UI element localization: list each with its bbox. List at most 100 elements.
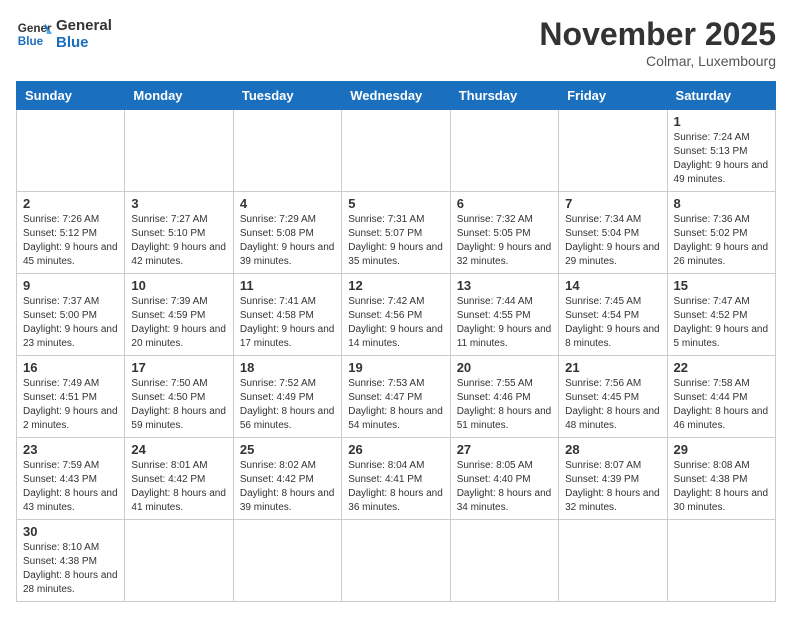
title-area: November 2025 Colmar, Luxembourg	[539, 16, 776, 69]
day-number: 24	[131, 442, 226, 457]
day-cell: 29 Sunrise: 8:08 AM Sunset: 4:38 PM Dayli…	[667, 438, 775, 520]
day-info: Sunrise: 7:58 AM Sunset: 4:44 PM Dayligh…	[674, 377, 769, 433]
day-info: Sunrise: 7:50 AM Sunset: 4:50 PM Dayligh…	[131, 377, 226, 433]
day-info: Sunrise: 7:53 AM Sunset: 4:47 PM Dayligh…	[348, 377, 443, 433]
day-cell: 28 Sunrise: 8:07 AM Sunset: 4:39 PM Dayli…	[559, 438, 667, 520]
day-cell: 9 Sunrise: 7:37 AM Sunset: 5:00 PM Daylig…	[17, 274, 125, 356]
location: Colmar, Luxembourg	[539, 53, 776, 69]
day-cell: 26 Sunrise: 8:04 AM Sunset: 4:41 PM Dayli…	[342, 438, 450, 520]
day-cell: 24 Sunrise: 8:01 AM Sunset: 4:42 PM Dayli…	[125, 438, 233, 520]
day-cell: 20 Sunrise: 7:55 AM Sunset: 4:46 PM Dayli…	[450, 356, 558, 438]
day-number: 30	[23, 524, 118, 539]
day-cell	[342, 110, 450, 192]
day-cell	[667, 520, 775, 602]
day-info: Sunrise: 8:07 AM Sunset: 4:39 PM Dayligh…	[565, 459, 660, 515]
day-cell: 6Sunrise: 7:32 AM Sunset: 5:05 PM Daylig…	[450, 192, 558, 274]
day-info: Sunrise: 7:27 AM Sunset: 5:10 PM Dayligh…	[131, 213, 226, 269]
day-cell: 2Sunrise: 7:26 AM Sunset: 5:12 PM Daylig…	[17, 192, 125, 274]
weekday-header-sunday: Sunday	[17, 82, 125, 110]
weekday-header-saturday: Saturday	[667, 82, 775, 110]
day-number: 19	[348, 360, 443, 375]
day-cell	[17, 110, 125, 192]
day-info: Sunrise: 8:05 AM Sunset: 4:40 PM Dayligh…	[457, 459, 552, 515]
day-cell	[125, 110, 233, 192]
day-info: Sunrise: 8:02 AM Sunset: 4:42 PM Dayligh…	[240, 459, 335, 515]
day-number: 8	[674, 196, 769, 211]
day-info: Sunrise: 7:49 AM Sunset: 4:51 PM Dayligh…	[23, 377, 118, 433]
day-cell: 18 Sunrise: 7:52 AM Sunset: 4:49 PM Dayli…	[233, 356, 341, 438]
week-row-1: 1 Sunrise: 7:24 AM Sunset: 5:13 PM Daylig…	[17, 110, 776, 192]
day-number: 20	[457, 360, 552, 375]
day-info: Sunrise: 7:24 AM Sunset: 5:13 PM Dayligh…	[674, 131, 769, 187]
weekday-header-row: SundayMondayTuesdayWednesdayThursdayFrid…	[17, 82, 776, 110]
day-cell: 1 Sunrise: 7:24 AM Sunset: 5:13 PM Daylig…	[667, 110, 775, 192]
day-number: 11	[240, 278, 335, 293]
day-info: Sunrise: 7:55 AM Sunset: 4:46 PM Dayligh…	[457, 377, 552, 433]
week-row-5: 23 Sunrise: 7:59 AM Sunset: 4:43 PM Dayli…	[17, 438, 776, 520]
day-number: 2	[23, 196, 118, 211]
week-row-2: 2Sunrise: 7:26 AM Sunset: 5:12 PM Daylig…	[17, 192, 776, 274]
weekday-header-tuesday: Tuesday	[233, 82, 341, 110]
day-cell	[233, 520, 341, 602]
day-number: 22	[674, 360, 769, 375]
day-info: Sunrise: 7:44 AM Sunset: 4:55 PM Dayligh…	[457, 295, 552, 351]
day-number: 9	[23, 278, 118, 293]
day-number: 26	[348, 442, 443, 457]
header: General Blue General Blue November 2025 …	[16, 16, 776, 69]
day-info: Sunrise: 8:04 AM Sunset: 4:41 PM Dayligh…	[348, 459, 443, 515]
day-cell: 12Sunrise: 7:42 AM Sunset: 4:56 PM Dayli…	[342, 274, 450, 356]
day-cell: 13Sunrise: 7:44 AM Sunset: 4:55 PM Dayli…	[450, 274, 558, 356]
day-number: 28	[565, 442, 660, 457]
day-cell: 30 Sunrise: 8:10 AM Sunset: 4:38 PM Dayli…	[17, 520, 125, 602]
day-info: Sunrise: 8:01 AM Sunset: 4:42 PM Dayligh…	[131, 459, 226, 515]
day-cell: 4Sunrise: 7:29 AM Sunset: 5:08 PM Daylig…	[233, 192, 341, 274]
day-number: 29	[674, 442, 769, 457]
day-number: 4	[240, 196, 335, 211]
day-info: Sunrise: 8:10 AM Sunset: 4:38 PM Dayligh…	[23, 541, 118, 597]
day-number: 21	[565, 360, 660, 375]
day-cell	[559, 110, 667, 192]
day-cell: 27 Sunrise: 8:05 AM Sunset: 4:40 PM Dayli…	[450, 438, 558, 520]
logo-blue-text: Blue	[56, 34, 112, 51]
day-number: 14	[565, 278, 660, 293]
day-number: 25	[240, 442, 335, 457]
day-info: Sunrise: 7:32 AM Sunset: 5:05 PM Dayligh…	[457, 213, 552, 269]
weekday-header-monday: Monday	[125, 82, 233, 110]
day-info: Sunrise: 7:31 AM Sunset: 5:07 PM Dayligh…	[348, 213, 443, 269]
day-cell: 8 Sunrise: 7:36 AM Sunset: 5:02 PM Daylig…	[667, 192, 775, 274]
logo-general-text: General	[56, 17, 112, 34]
day-info: Sunrise: 7:56 AM Sunset: 4:45 PM Dayligh…	[565, 377, 660, 433]
day-info: Sunrise: 7:37 AM Sunset: 5:00 PM Dayligh…	[23, 295, 118, 351]
logo-icon: General Blue	[16, 16, 52, 52]
day-number: 23	[23, 442, 118, 457]
day-info: Sunrise: 7:59 AM Sunset: 4:43 PM Dayligh…	[23, 459, 118, 515]
weekday-header-thursday: Thursday	[450, 82, 558, 110]
day-cell: 19 Sunrise: 7:53 AM Sunset: 4:47 PM Dayli…	[342, 356, 450, 438]
day-cell: 15Sunrise: 7:47 AM Sunset: 4:52 PM Dayli…	[667, 274, 775, 356]
day-cell: 14 Sunrise: 7:45 AM Sunset: 4:54 PM Dayli…	[559, 274, 667, 356]
calendar: SundayMondayTuesdayWednesdayThursdayFrid…	[16, 81, 776, 602]
day-info: Sunrise: 8:08 AM Sunset: 4:38 PM Dayligh…	[674, 459, 769, 515]
day-number: 1	[674, 114, 769, 129]
week-row-6: 30 Sunrise: 8:10 AM Sunset: 4:38 PM Dayli…	[17, 520, 776, 602]
day-cell: 3 Sunrise: 7:27 AM Sunset: 5:10 PM Daylig…	[125, 192, 233, 274]
day-number: 17	[131, 360, 226, 375]
day-info: Sunrise: 7:41 AM Sunset: 4:58 PM Dayligh…	[240, 295, 335, 351]
day-number: 3	[131, 196, 226, 211]
day-cell: 10Sunrise: 7:39 AM Sunset: 4:59 PM Dayli…	[125, 274, 233, 356]
day-number: 18	[240, 360, 335, 375]
day-cell: 5 Sunrise: 7:31 AM Sunset: 5:07 PM Daylig…	[342, 192, 450, 274]
day-info: Sunrise: 7:36 AM Sunset: 5:02 PM Dayligh…	[674, 213, 769, 269]
day-info: Sunrise: 7:45 AM Sunset: 4:54 PM Dayligh…	[565, 295, 660, 351]
day-cell: 11 Sunrise: 7:41 AM Sunset: 4:58 PM Dayli…	[233, 274, 341, 356]
day-info: Sunrise: 7:52 AM Sunset: 4:49 PM Dayligh…	[240, 377, 335, 433]
day-cell: 17 Sunrise: 7:50 AM Sunset: 4:50 PM Dayli…	[125, 356, 233, 438]
day-number: 15	[674, 278, 769, 293]
day-number: 5	[348, 196, 443, 211]
day-info: Sunrise: 7:34 AM Sunset: 5:04 PM Dayligh…	[565, 213, 660, 269]
day-number: 27	[457, 442, 552, 457]
day-number: 12	[348, 278, 443, 293]
month-title: November 2025	[539, 16, 776, 53]
day-cell	[233, 110, 341, 192]
day-cell	[342, 520, 450, 602]
